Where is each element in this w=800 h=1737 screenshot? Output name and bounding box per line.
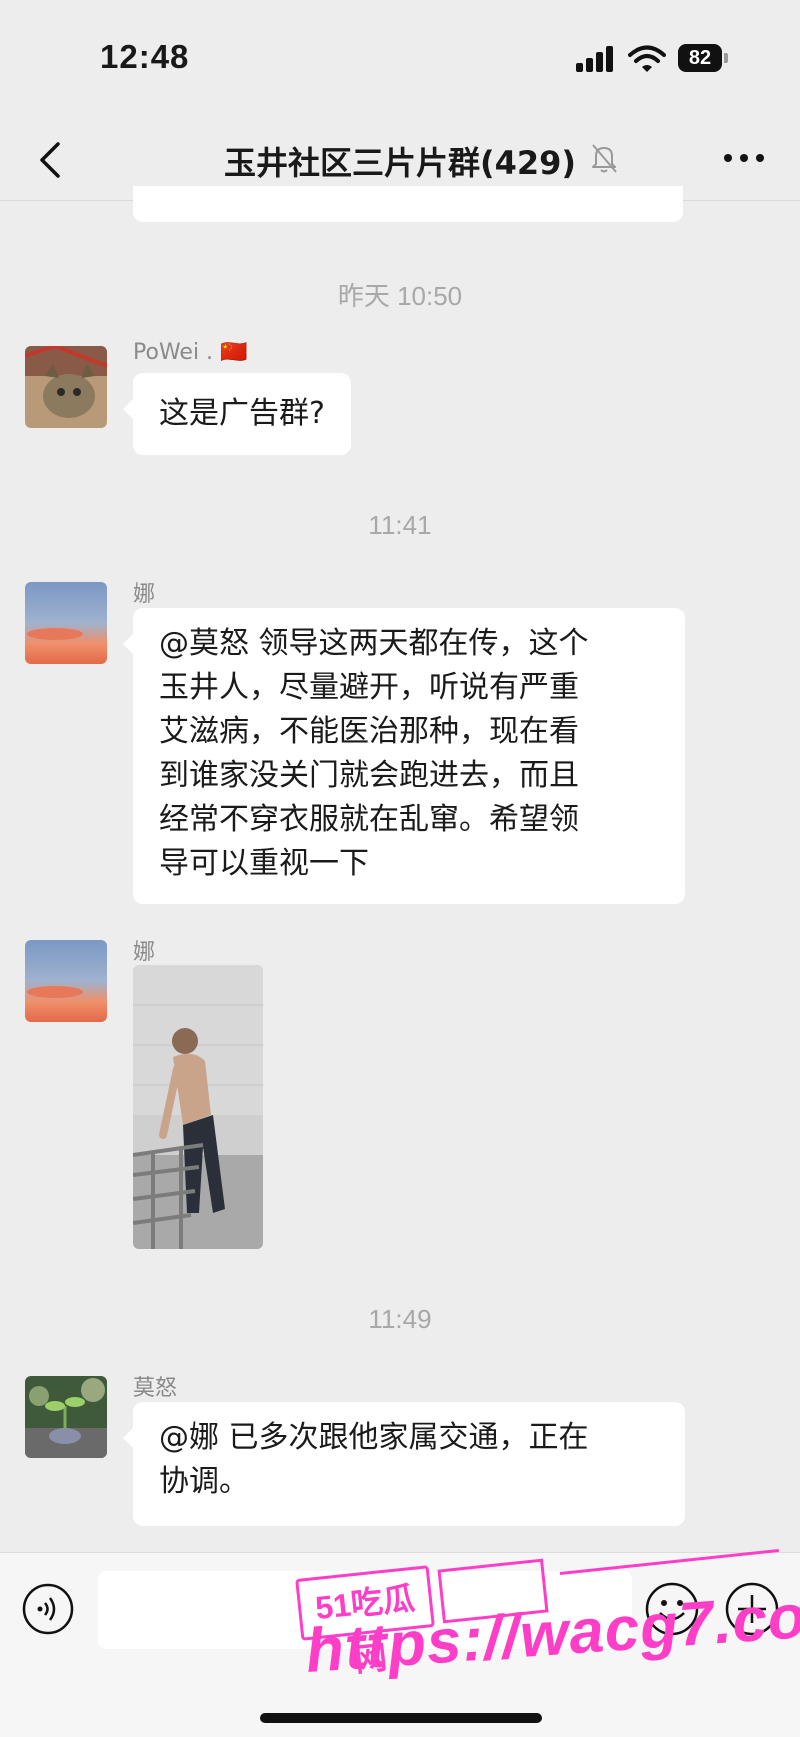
sender-name: PoWei . 🇨🇳 xyxy=(133,340,248,365)
message-bubble[interactable]: @娜 已多次跟他家属交通，正在 协调。 xyxy=(123,1402,685,1526)
voice-input-icon[interactable] xyxy=(22,1583,74,1635)
status-time: 12:48 xyxy=(100,38,190,75)
message-line: 经常不穿衣服就在乱窜。希望领 xyxy=(159,802,579,837)
battery-icon: 82 xyxy=(678,44,730,72)
avatar[interactable] xyxy=(25,940,107,1022)
status-bar: 12:48 82 xyxy=(0,0,800,120)
sender-name: 娜 xyxy=(133,940,156,965)
sender-name: 娜 xyxy=(133,582,156,607)
avatar[interactable] xyxy=(25,346,107,428)
message-line: 导可以重视一下 xyxy=(159,846,369,881)
message-line: 到谁家没关门就会跑进去，而且 xyxy=(159,758,579,793)
message-line: 玉井人，尽量避开，听说有严重 xyxy=(159,670,579,705)
message-line: 协调。 xyxy=(159,1464,249,1499)
cellular-signal-icon xyxy=(576,46,618,72)
mute-bell-icon xyxy=(592,144,617,173)
battery-level: 82 xyxy=(678,44,722,72)
timestamp: 11:41 xyxy=(368,510,432,540)
message-line: @娜 已多次跟他家属交通，正在 xyxy=(159,1420,589,1455)
chat-title: 玉井社区三片片群(429) xyxy=(223,144,577,182)
message-bubble[interactable]: 这是广告群? xyxy=(123,373,351,455)
message-line: 艾滋病，不能医治那种，现在看 xyxy=(159,714,579,749)
previous-message-bubble[interactable] xyxy=(133,186,683,222)
message-line: @莫怒 领导这两天都在传，这个 xyxy=(159,626,589,661)
photo-message[interactable] xyxy=(133,965,263,1249)
timestamp: 昨天 10:50 xyxy=(337,281,463,311)
message-bubble[interactable]: @莫怒 领导这两天都在传，这个 玉井人，尽量避开，听说有严重 艾滋病，不能医治那… xyxy=(123,608,685,904)
message-text: 这是广告群? xyxy=(159,396,325,431)
more-options-icon[interactable] xyxy=(724,154,764,166)
wifi-icon xyxy=(628,45,666,72)
avatar[interactable] xyxy=(25,582,107,664)
avatar[interactable] xyxy=(25,1376,107,1458)
sender-name: 莫怒 xyxy=(133,1376,178,1401)
timestamp: 11:49 xyxy=(368,1304,432,1334)
home-indicator xyxy=(260,1713,542,1723)
